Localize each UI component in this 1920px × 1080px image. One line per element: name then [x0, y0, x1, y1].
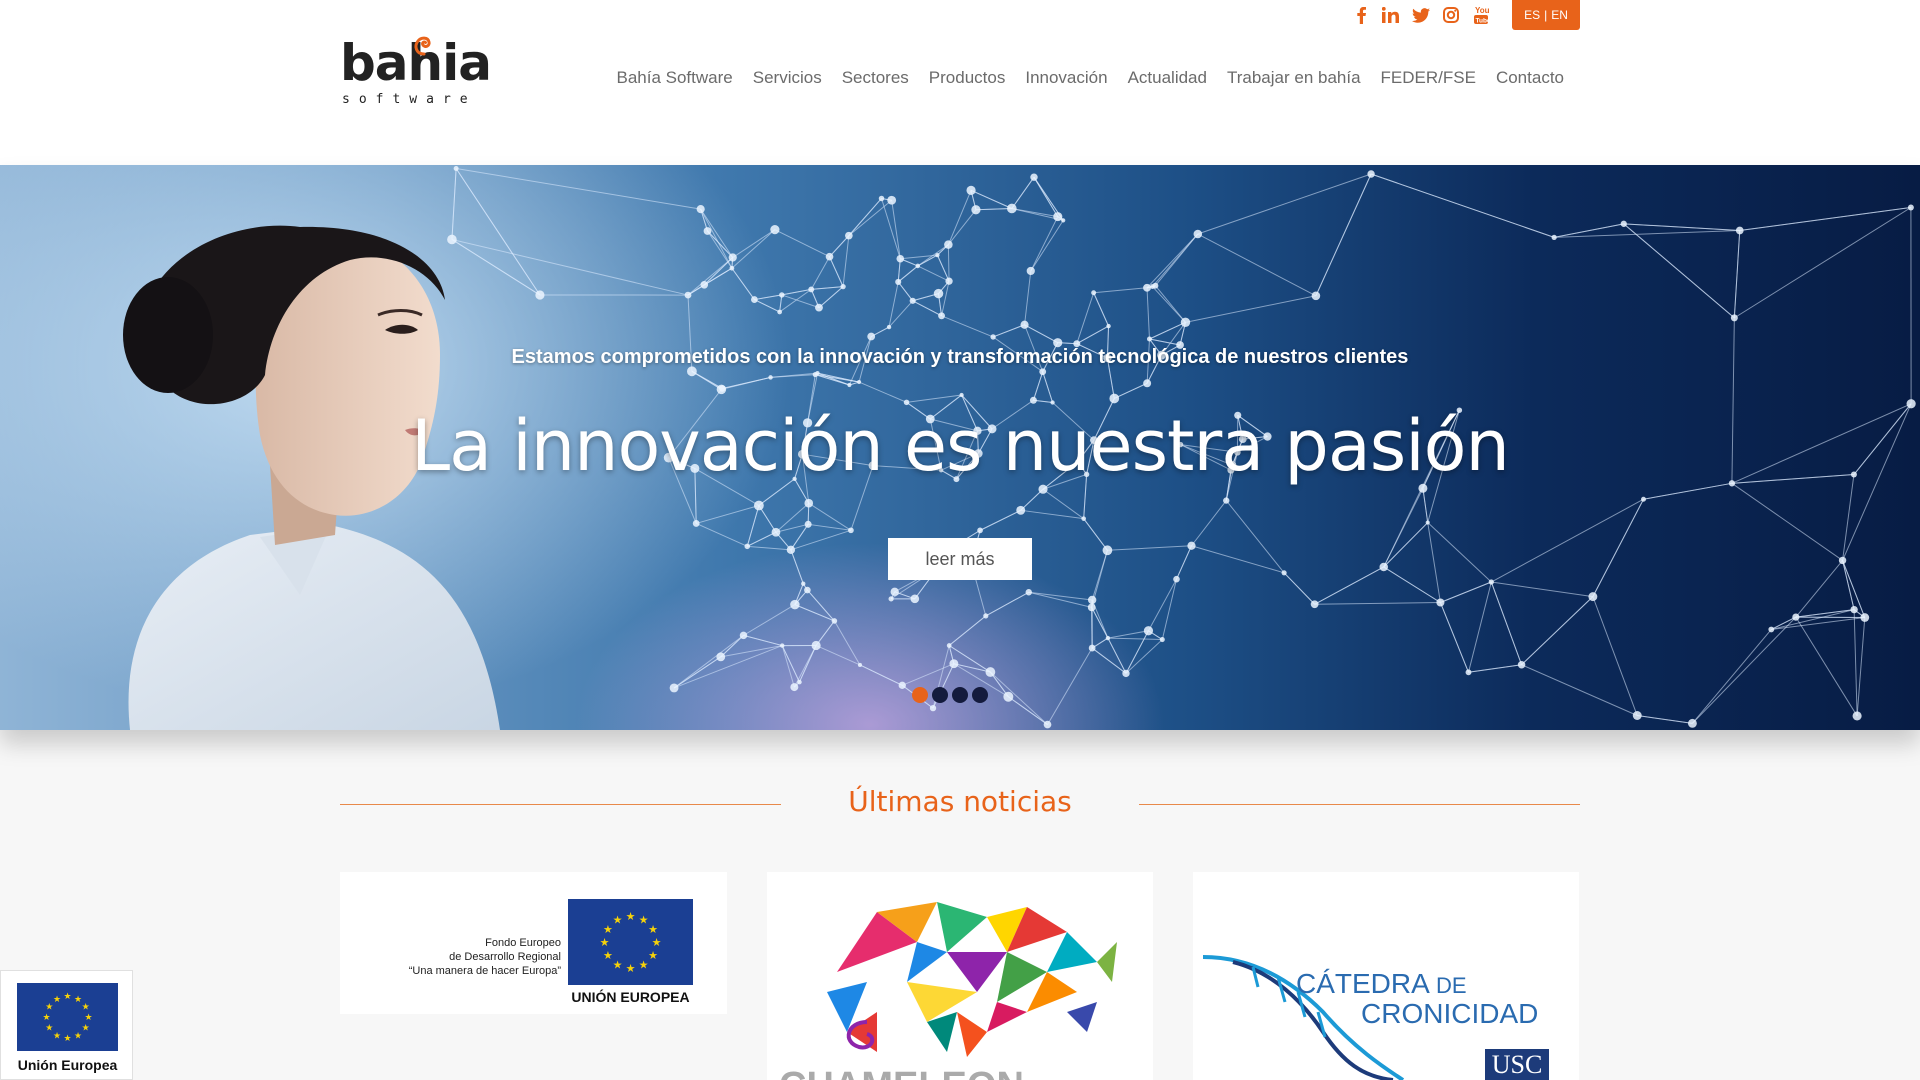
- nav-item-contacto[interactable]: Contacto: [1486, 68, 1574, 88]
- hero-subtitle: Estamos comprometidos con la innovación …: [511, 346, 1409, 368]
- eu-star-icon: ★: [603, 949, 613, 962]
- eu-star-icon: ★: [652, 936, 662, 949]
- nav-item-servicios[interactable]: Servicios: [743, 68, 832, 88]
- eu-star-icon: ★: [53, 995, 61, 1005]
- feder-line-3: “Una manera de hacer Europa”: [408, 965, 561, 977]
- lang-es[interactable]: ES: [1524, 8, 1540, 22]
- linkedin-icon[interactable]: [1382, 4, 1400, 26]
- facebook-icon[interactable]: [1352, 4, 1370, 26]
- svg-text:Tube: Tube: [1476, 18, 1490, 25]
- nav-item-bahia-software[interactable]: Bahía Software: [606, 68, 742, 88]
- eu-star-icon: ★: [603, 923, 613, 936]
- eu-flag-small-icon: ★ ★ ★ ★ ★ ★ ★ ★ ★ ★ ★ ★: [17, 983, 118, 1051]
- catedra-title: CÁTEDRA DE: [1296, 968, 1467, 1000]
- slider-dot-1[interactable]: [912, 687, 928, 703]
- slider-dot-2[interactable]: [932, 687, 948, 703]
- eu-star-icon: ★: [53, 1031, 61, 1041]
- catedra-de: DE: [1436, 973, 1467, 998]
- eu-star-icon: ★: [613, 958, 623, 971]
- lang-separator: |: [1544, 8, 1548, 22]
- eu-star-icon: ★: [626, 910, 636, 923]
- nav-item-sectores[interactable]: Sectores: [832, 68, 919, 88]
- cronicidad-title: CRONICIDAD: [1361, 998, 1539, 1029]
- feder-line-1: Fondo Europeo: [485, 937, 561, 949]
- eu-star-icon: ★: [42, 1013, 50, 1023]
- feder-line-2: de Desarrollo Regional: [449, 951, 561, 963]
- main-nav: Bahía Software Servicios Sectores Produc…: [606, 68, 1574, 88]
- news-card-feder[interactable]: Fondo Europeo de Desarrollo Regional “Un…: [340, 872, 727, 1014]
- news-card-catedra[interactable]: CÁTEDRA DE CRONICIDAD USC: [1193, 872, 1579, 1080]
- hero-title: La innovación es nuestra pasión: [411, 405, 1510, 487]
- chameleon-brand-text: CHAMELEON: [779, 1065, 1024, 1080]
- youtube-icon[interactable]: You Tube: [1472, 4, 1490, 26]
- social-links: You Tube: [1352, 4, 1490, 26]
- slider-dot-4[interactable]: [972, 687, 988, 703]
- logo[interactable]: bahia software: [340, 36, 492, 110]
- eu-star-icon: ★: [74, 1031, 82, 1041]
- eu-star-icon: ★: [648, 923, 658, 936]
- site-header: bahia software You Tube ES | EN Bahía Sof…: [0, 0, 1920, 165]
- eu-label: UNIÓN EUROPEA: [571, 989, 690, 1005]
- eu-badge[interactable]: ★ ★ ★ ★ ★ ★ ★ ★ ★ ★ ★ ★ Unión Europea: [0, 970, 133, 1080]
- nav-item-productos[interactable]: Productos: [919, 68, 1016, 88]
- read-more-button[interactable]: leer más: [888, 538, 1032, 580]
- eu-star-icon: ★: [648, 949, 658, 962]
- news-title: Últimas noticias: [848, 785, 1072, 818]
- news-card-chameleon[interactable]: CHAMELEON: [767, 872, 1153, 1080]
- chameleon-logo-image: CHAMELEON: [779, 902, 1117, 1080]
- nav-item-trabajar[interactable]: Trabajar en bahía: [1217, 68, 1371, 88]
- eu-star-icon: ★: [600, 936, 610, 949]
- eu-star-icon: ★: [82, 1024, 90, 1034]
- eu-star-icon: ★: [84, 1013, 92, 1023]
- eu-star-icon: ★: [63, 1034, 71, 1044]
- instagram-icon[interactable]: [1442, 4, 1460, 26]
- slider-dots: [912, 687, 988, 703]
- eu-star-icon: ★: [613, 913, 623, 926]
- twitter-icon[interactable]: [1412, 4, 1430, 26]
- eu-star-icon: ★: [63, 992, 71, 1002]
- hero-slider: Estamos comprometidos con la innovación …: [0, 165, 1920, 730]
- svg-text:You: You: [1475, 6, 1489, 15]
- eu-star-icon: ★: [626, 962, 636, 975]
- logo-swirl-icon: [414, 36, 431, 56]
- catedra-word: CÁTEDRA: [1296, 968, 1429, 999]
- eu-star-icon: ★: [45, 1024, 53, 1034]
- feder-text: Fondo Europeo de Desarrollo Regional “Un…: [409, 936, 561, 978]
- eu-badge-label: Unión Europea: [17, 1057, 118, 1073]
- eu-star-icon: ★: [82, 1003, 90, 1013]
- eu-star-icon: ★: [639, 913, 649, 926]
- nav-item-actualidad[interactable]: Actualidad: [1118, 68, 1217, 88]
- news-section-header: Últimas noticias: [340, 785, 1580, 825]
- eu-star-icon: ★: [639, 958, 649, 971]
- usc-logo: USC: [1485, 1049, 1549, 1080]
- lang-en[interactable]: EN: [1551, 8, 1568, 22]
- nav-item-feder-fse[interactable]: FEDER/FSE: [1371, 68, 1486, 88]
- language-switcher: ES | EN: [1512, 0, 1580, 30]
- eu-flag-icon: ★ ★ ★ ★ ★ ★ ★ ★ ★ ★ ★ ★: [568, 899, 693, 985]
- nav-item-innovacion[interactable]: Innovación: [1015, 68, 1117, 88]
- slider-dot-3[interactable]: [952, 687, 968, 703]
- logo-subtitle: software: [342, 92, 477, 107]
